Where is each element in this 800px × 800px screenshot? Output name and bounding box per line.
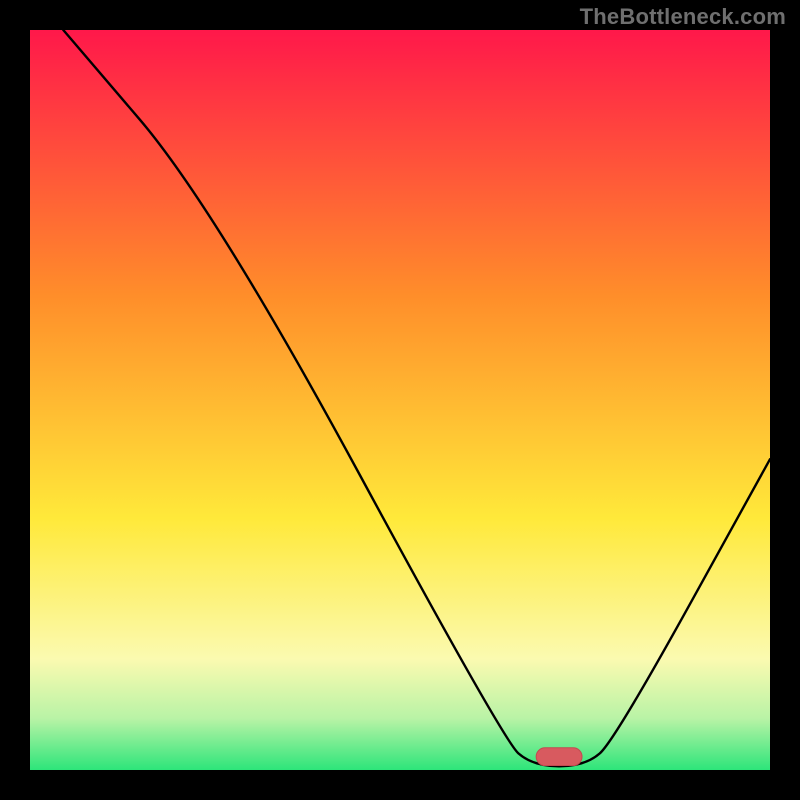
bottleneck-chart: [0, 0, 800, 800]
optimal-marker: [536, 748, 582, 766]
chart-frame: { "watermark": "TheBottleneck.com", "col…: [0, 0, 800, 800]
